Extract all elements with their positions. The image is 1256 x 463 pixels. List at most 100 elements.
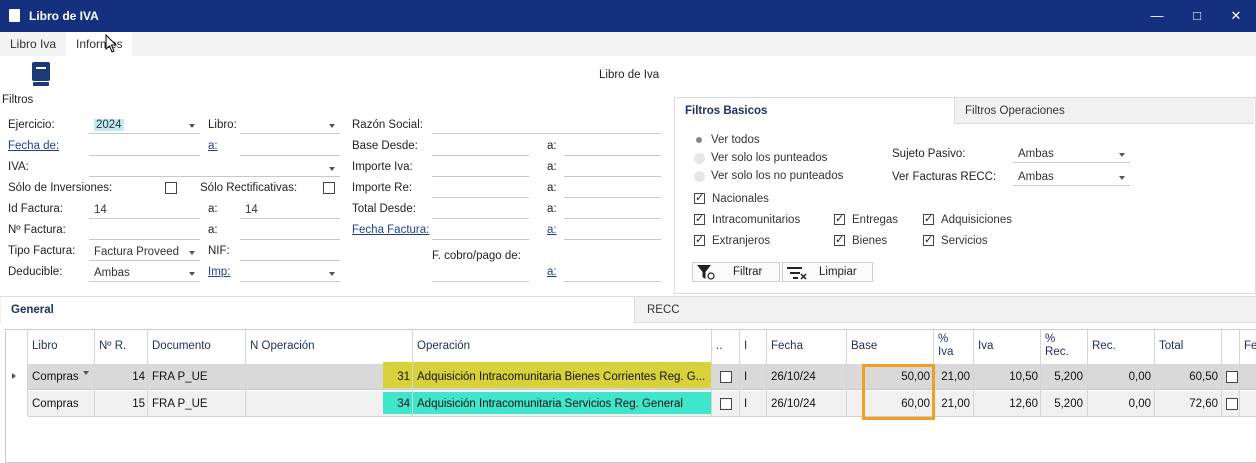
entregas-checkbox[interactable]: ✓ (834, 214, 845, 225)
row2-iva: 12,60 (1009, 398, 1038, 410)
nif-input[interactable] (240, 244, 340, 261)
fecha-factura-link[interactable]: Fecha Factura: (352, 224, 429, 236)
fecha-factura-input[interactable] (432, 223, 529, 240)
window-title: Libro de IVA (29, 9, 99, 23)
total-desde-input[interactable] (432, 202, 529, 219)
nacionales-checkbox[interactable]: ✓ (694, 193, 705, 204)
fecha-de-input[interactable] (89, 139, 200, 156)
title-bar: Libro de IVA — □ ✕ (0, 0, 1256, 32)
nfactura-from-input[interactable] (89, 223, 200, 240)
importe-re-input[interactable] (432, 181, 529, 198)
total-a-input[interactable] (564, 202, 661, 219)
menu-libro-iva[interactable]: Libro Iva (10, 37, 56, 51)
bienes-checkbox[interactable]: ✓ (834, 235, 845, 246)
fcobro-a-link[interactable]: a: (547, 266, 557, 278)
col-iva[interactable]: Iva (978, 340, 993, 352)
radio-punteados[interactable] (694, 153, 705, 164)
base-highlight-box (862, 364, 935, 420)
row1-piva: 21,00 (941, 371, 970, 383)
col-rec[interactable]: Rec. (1092, 340, 1116, 352)
col-sep (147, 330, 148, 416)
col-sep (1154, 330, 1155, 416)
col-n-operacion[interactable]: N Operación (250, 340, 315, 352)
entregas-label: Entregas (852, 214, 899, 226)
id-factura-to-input[interactable]: 14 (240, 202, 340, 219)
maximize-icon[interactable]: □ (1187, 6, 1207, 26)
solo-rect-checkbox[interactable] (323, 182, 335, 194)
iva-select[interactable] (89, 160, 340, 177)
imp-link[interactable]: Imp: (208, 266, 230, 278)
libro-label: Libro: (208, 119, 237, 131)
row2-op-code: 34 (397, 398, 410, 410)
tab-filtros-basicos[interactable]: Filtros Basicos (675, 98, 953, 124)
row2-fe-checkbox[interactable] (1226, 398, 1238, 410)
fecha-a-input[interactable] (240, 139, 340, 156)
row1-checkbox[interactable] (720, 371, 732, 383)
tab-recc[interactable]: RECC (637, 297, 837, 323)
filtrar-button[interactable]: Filtrar (692, 262, 780, 282)
ver-facturas-recc-select[interactable]: Ambas (1013, 169, 1130, 186)
fecha-de-link[interactable]: Fecha de: (8, 140, 59, 152)
row2-checkbox[interactable] (720, 398, 732, 410)
solo-inversiones-checkbox[interactable] (165, 182, 177, 194)
solo-inversiones-label: Sólo de Inversiones: (8, 182, 113, 194)
mouse-cursor-icon (105, 34, 118, 53)
col-prec[interactable]: % Rec. (1045, 333, 1071, 359)
col-fe[interactable]: Fe (1244, 340, 1256, 352)
limpiar-button[interactable]: Limpiar (782, 262, 873, 282)
minimize-icon[interactable]: — (1147, 6, 1167, 26)
row1-fe-checkbox[interactable] (1226, 371, 1238, 383)
razon-social-input[interactable] (432, 117, 661, 134)
row2-rec: 0,00 (1128, 398, 1151, 410)
fcobro-from-input[interactable] (432, 265, 529, 282)
col-operacion[interactable]: Operación (417, 340, 470, 352)
libro-select[interactable] (240, 117, 340, 134)
deducible-select[interactable]: Ambas (89, 265, 200, 282)
row1-libro-select[interactable]: Compras (30, 364, 94, 390)
col-sep (1221, 330, 1222, 416)
base-desde-input[interactable] (432, 139, 529, 156)
adquisiciones-checkbox[interactable]: ✓ (923, 214, 934, 225)
imp-select[interactable] (240, 265, 340, 282)
col-documento[interactable]: Documento (152, 340, 211, 352)
total-a-label: a: (547, 203, 557, 215)
col-libro[interactable]: Libro (32, 340, 58, 352)
radio-no-punteados[interactable] (694, 171, 705, 182)
col-piva[interactable]: % Iva (938, 333, 962, 359)
col-fecha[interactable]: Fecha (771, 340, 803, 352)
tab-filtros-operaciones[interactable]: Filtros Operaciones (954, 98, 1254, 124)
row2-piva: 21,00 (941, 398, 970, 410)
nacionales-label: Nacionales (712, 193, 769, 205)
servicios-checkbox[interactable]: ✓ (923, 235, 934, 246)
row1-op-text: Adquisición Intracomunitaria Bienes Corr… (417, 371, 706, 383)
tipo-factura-select[interactable]: Factura Proveed (89, 244, 200, 261)
base-a-input[interactable] (564, 139, 661, 156)
fcobro-a-input[interactable] (564, 265, 661, 282)
id-factura-from-input[interactable]: 14 (89, 202, 200, 219)
close-icon[interactable]: ✕ (1226, 6, 1246, 26)
fecha-factura-a-input[interactable] (564, 223, 661, 240)
filtros-book-icon[interactable] (31, 61, 51, 87)
radio-ver-todos-label: Ver todos (711, 134, 760, 146)
col-dots[interactable]: .. (716, 340, 722, 352)
fecha-a-link[interactable]: a: (208, 140, 218, 152)
col-base[interactable]: Base (851, 340, 877, 352)
col-nr[interactable]: Nº R. (99, 340, 126, 352)
col-sep (245, 330, 246, 416)
intracomunitarios-checkbox[interactable]: ✓ (694, 214, 705, 225)
importe-re-a-input[interactable] (564, 181, 661, 198)
tab-general[interactable]: General (1, 297, 635, 323)
extranjeros-checkbox[interactable]: ✓ (694, 235, 705, 246)
importe-iva-input[interactable] (432, 160, 529, 177)
sujeto-pasivo-select[interactable]: Ambas (1013, 146, 1130, 163)
col-i[interactable]: I (744, 340, 747, 352)
radio-ver-todos[interactable] (696, 137, 702, 143)
nfactura-to-input[interactable] (240, 223, 340, 240)
row1-i: I (744, 371, 748, 383)
col-sep (412, 330, 413, 416)
col-total[interactable]: Total (1159, 340, 1183, 352)
extranjeros-label: Extranjeros (712, 235, 771, 247)
ejercicio-select[interactable]: 2024 (89, 117, 200, 134)
importe-iva-a-input[interactable] (564, 160, 661, 177)
fecha-factura-a-link[interactable]: a: (547, 224, 557, 236)
